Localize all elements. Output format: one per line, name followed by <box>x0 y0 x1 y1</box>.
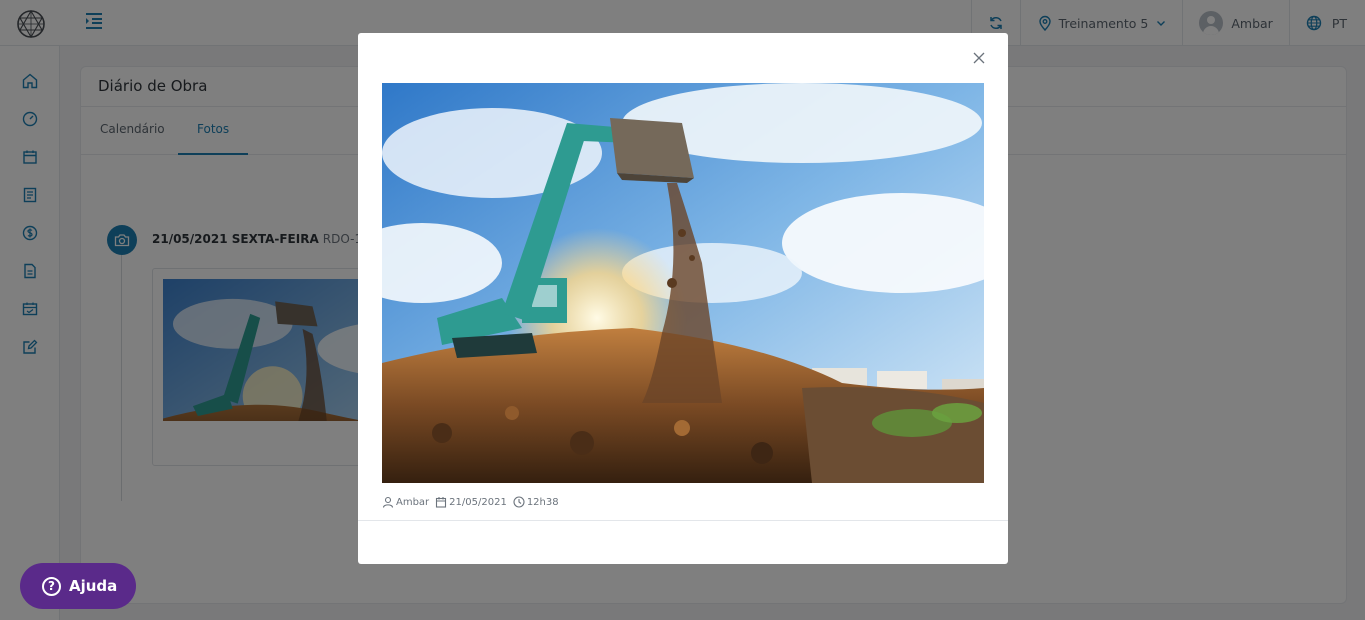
meta-date: 21/05/2021 <box>435 496 507 508</box>
close-icon[interactable] <box>972 51 986 65</box>
photo-meta: Ambar 21/05/2021 12h38 <box>382 496 565 508</box>
modal-divider <box>358 520 1008 521</box>
user-icon <box>382 496 394 508</box>
calendar-icon <box>436 497 447 508</box>
photo-preview <box>382 83 984 483</box>
meta-date-value: 21/05/2021 <box>449 496 507 508</box>
meta-author: Ambar <box>382 496 429 508</box>
help-label: Ajuda <box>69 577 118 595</box>
help-button[interactable]: ? Ajuda <box>20 563 136 609</box>
photo-modal: Ambar 21/05/2021 12h38 <box>358 33 1008 564</box>
meta-time-value: 12h38 <box>526 496 559 508</box>
help-icon: ? <box>42 576 61 596</box>
meta-time: 12h38 <box>513 496 559 508</box>
clock-icon <box>513 496 525 508</box>
meta-author-name: Ambar <box>396 496 430 508</box>
